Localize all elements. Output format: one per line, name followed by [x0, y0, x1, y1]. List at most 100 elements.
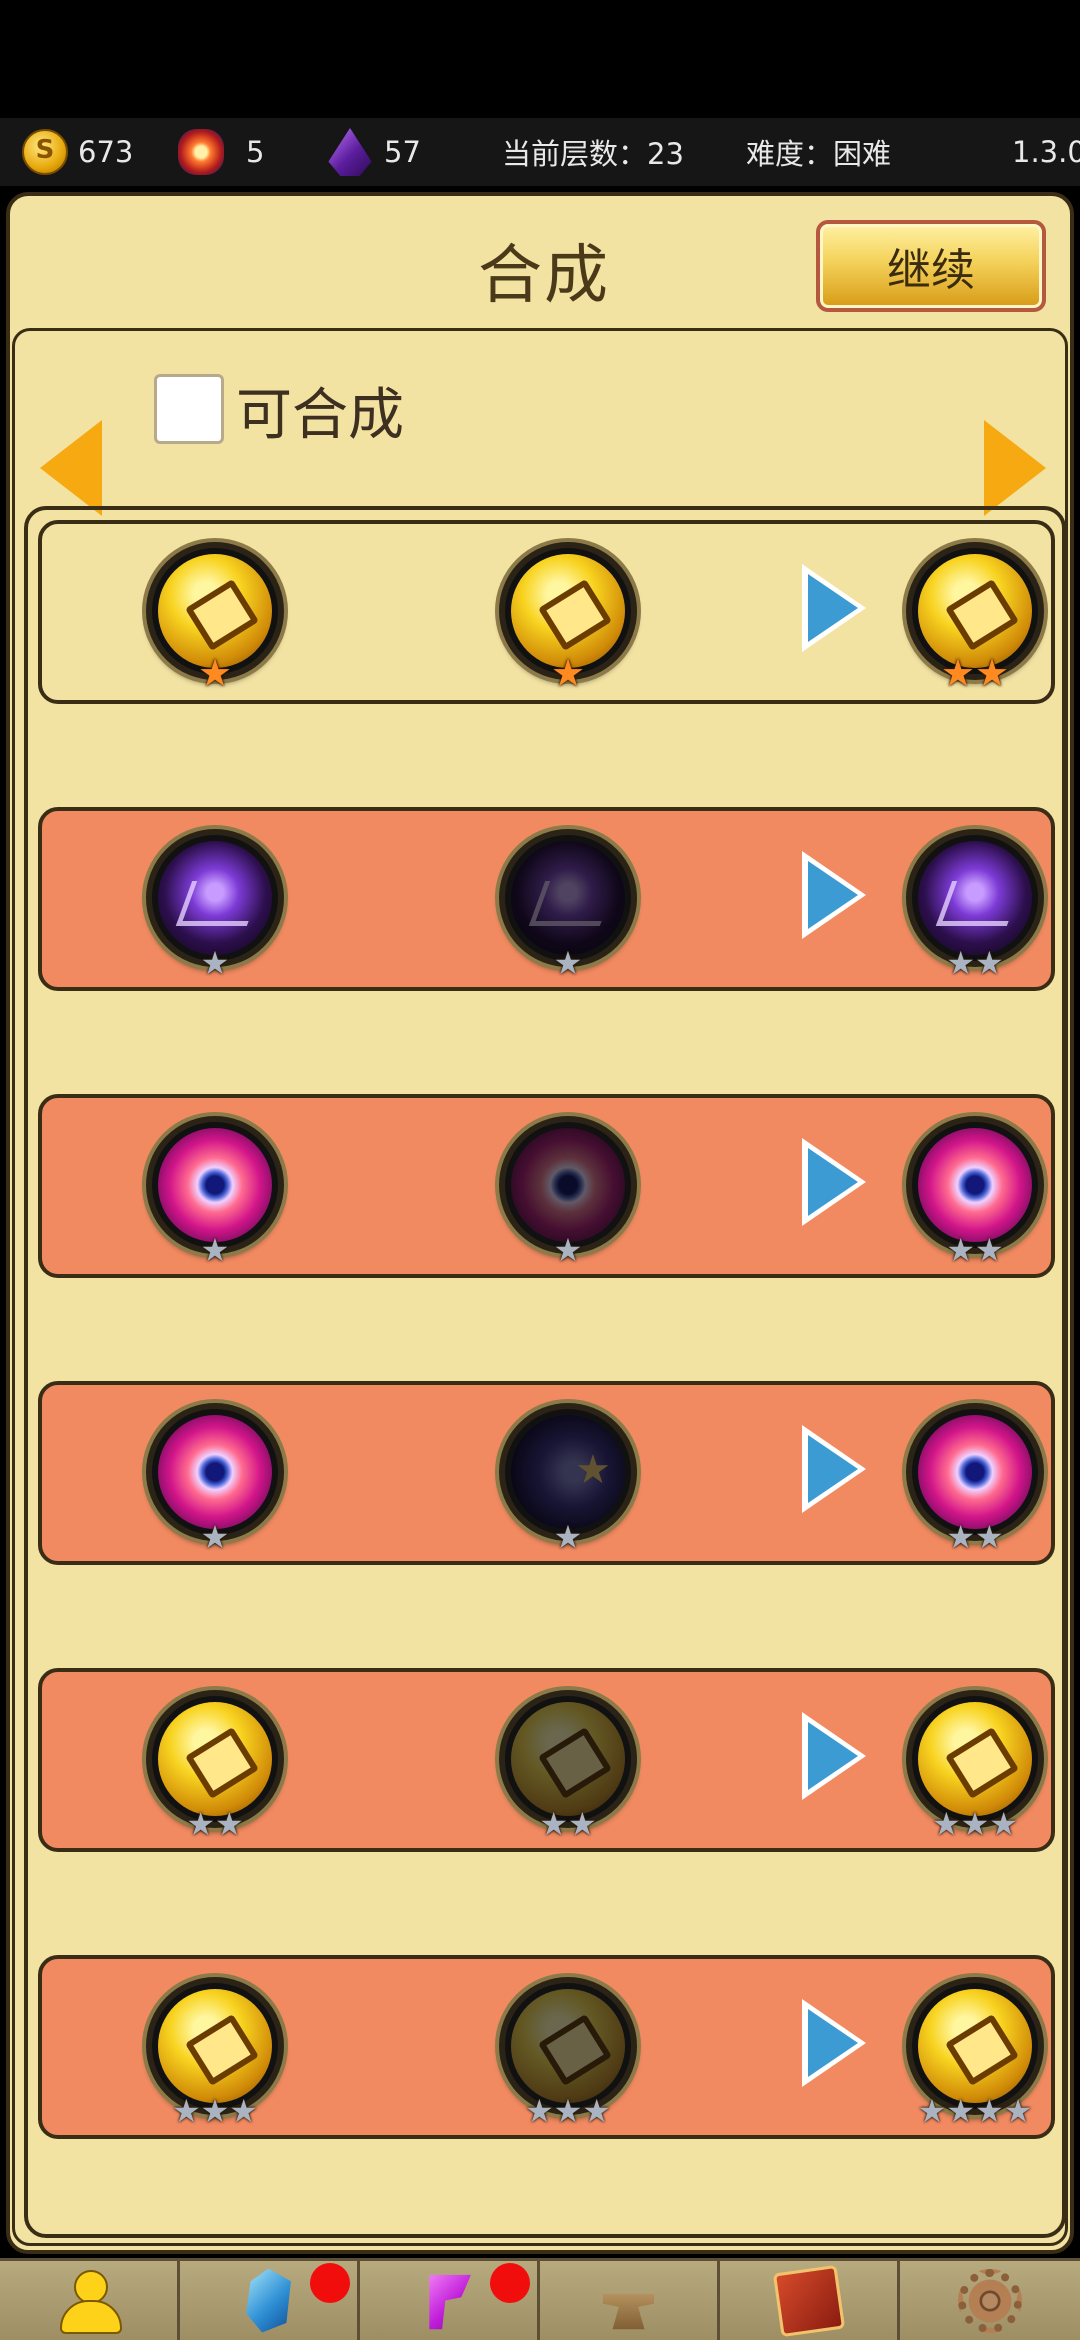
magic-eye-icon — [511, 1128, 625, 1242]
night-star-icon — [511, 1415, 625, 1529]
continue-button[interactable]: 继续 — [816, 220, 1046, 312]
recipe-row[interactable]: ★ ★ ★ ★ ★ ★ ★ — [38, 1668, 1055, 1852]
nav-tab-character[interactable] — [0, 2258, 180, 2340]
star-icon: ★ — [975, 651, 1010, 695]
ingredient-slot-1[interactable]: ★ — [146, 1116, 284, 1266]
ingredient-slot-1[interactable]: ★ — [146, 542, 284, 692]
magic-eye-icon — [918, 1415, 1032, 1529]
shadow-rune-icon — [158, 841, 272, 955]
ingredient-slot-2[interactable]: ★ — [499, 542, 637, 692]
result-slot[interactable]: ★ ★ — [906, 1116, 1044, 1266]
book-icon — [772, 2264, 845, 2337]
synthesize-arrow-icon[interactable] — [802, 1425, 866, 1513]
star-icon: ★ — [917, 2092, 947, 2130]
star-rating: ★ ★ ★ — [912, 1808, 1038, 1840]
gold-coin-icon — [511, 1702, 625, 1816]
synthesize-arrow-icon[interactable] — [802, 851, 866, 939]
star-rating: ★ — [505, 1234, 631, 1266]
star-rating: ★ ★ — [912, 1234, 1038, 1266]
magic-eye-icon — [158, 1128, 272, 1242]
gold-coin-icon — [158, 1702, 272, 1816]
gold-coin-icon — [158, 1989, 272, 2103]
ingredient-slot-2[interactable]: ★ ★ — [499, 1690, 637, 1840]
shadow-rune-icon — [511, 841, 625, 955]
star-icon: ★ — [975, 944, 1004, 982]
star-icon: ★ — [946, 1231, 975, 1269]
crystal-icon — [328, 128, 372, 176]
star-rating: ★ ★ — [152, 1808, 278, 1840]
star-icon: ★ — [200, 944, 230, 982]
ingredient-slot-2[interactable]: ★ — [499, 1116, 637, 1266]
bomb-counter: 5 — [178, 118, 264, 186]
version-label: 1.3.0 — [1012, 135, 1080, 169]
nav-tab-gems[interactable] — [180, 2258, 360, 2340]
coin-counter: 673 — [22, 118, 133, 186]
craftable-filter-checkbox[interactable] — [154, 374, 224, 444]
ingredient-slot-2[interactable]: ★ — [499, 829, 637, 979]
recipe-row[interactable]: ★ ★ ★ ★ — [38, 807, 1055, 991]
star-rating: ★ ★ ★ — [505, 2095, 631, 2127]
star-icon: ★ — [931, 1805, 961, 1843]
star-rating: ★ — [152, 1521, 278, 1553]
star-icon: ★ — [550, 651, 586, 695]
star-rating: ★ ★ ★ — [152, 2095, 278, 2127]
star-icon: ★ — [553, 1231, 583, 1269]
star-rating: ★ — [505, 654, 631, 692]
next-page-arrow-icon[interactable] — [984, 420, 1046, 516]
result-slot[interactable]: ★ ★ — [906, 542, 1044, 692]
star-rating: ★ — [152, 947, 278, 979]
recipe-row[interactable]: ★ ★ ★ ★ — [38, 1381, 1055, 1565]
star-icon: ★ — [946, 1518, 975, 1556]
notification-badge — [490, 2263, 530, 2303]
result-slot[interactable]: ★ ★ — [906, 829, 1044, 979]
result-slot[interactable]: ★ ★ ★ — [906, 1690, 1044, 1840]
ingredient-slot-1[interactable]: ★ ★ ★ — [146, 1977, 284, 2127]
nav-tab-settings[interactable] — [900, 2258, 1080, 2340]
ingredient-slot-1[interactable]: ★ ★ — [146, 1690, 284, 1840]
star-rating: ★ ★ — [912, 1521, 1038, 1553]
nav-tab-runes[interactable] — [360, 2258, 540, 2340]
crystal-count: 57 — [384, 135, 421, 169]
synthesize-arrow-icon[interactable] — [802, 1999, 866, 2087]
ingredient-slot-2[interactable]: ★ ★ ★ — [499, 1977, 637, 2127]
star-rating: ★ ★ — [912, 947, 1038, 979]
star-icon: ★ — [553, 1518, 583, 1556]
synthesize-arrow-icon[interactable] — [802, 1138, 866, 1226]
nav-tab-forge[interactable] — [540, 2258, 720, 2340]
ingredient-slot-2[interactable]: ★ — [499, 1403, 637, 1553]
star-icon: ★ — [200, 1518, 230, 1556]
star-icon: ★ — [229, 2092, 259, 2130]
previous-page-arrow-icon[interactable] — [40, 420, 102, 516]
anvil-icon — [602, 2294, 655, 2330]
gold-coin-icon — [511, 1989, 625, 2103]
nav-tab-codex[interactable] — [720, 2258, 900, 2340]
result-slot[interactable]: ★ ★ ★ ★ — [906, 1977, 1044, 2127]
star-icon: ★ — [975, 1231, 1004, 1269]
recipe-row[interactable]: ★ ★ ★ ★ — [38, 1094, 1055, 1278]
coin-icon — [22, 129, 68, 175]
star-rating: ★ — [505, 1521, 631, 1553]
bottom-nav — [0, 2258, 1080, 2340]
gold-coin-icon — [918, 1989, 1032, 2103]
star-rating: ★ ★ — [505, 1808, 631, 1840]
recipe-list[interactable]: ★ ★ ★ ★ ★ ★ ★ ★ ★ ★ ★ ★ ★ ★ ★ ★ ★ ★ ★ ★ ★ ★ ★ ★ ★ ★ ★ ★ ★ ★ ★ ★ ★ — [24, 506, 1066, 2238]
floor-label: 当前层数：23 — [502, 137, 684, 171]
star-rating: ★ ★ ★ ★ — [912, 2095, 1038, 2127]
gold-coin-icon — [918, 1702, 1032, 1816]
recipe-row[interactable]: ★ ★ ★ ★ ★ ★ ★ ★ ★ ★ — [38, 1955, 1055, 2139]
magic-eye-icon — [158, 1415, 272, 1529]
ingredient-slot-1[interactable]: ★ — [146, 829, 284, 979]
ingredient-slot-1[interactable]: ★ — [146, 1403, 284, 1553]
star-icon: ★ — [568, 1805, 597, 1843]
star-icon: ★ — [1003, 2092, 1033, 2130]
synthesize-arrow-icon[interactable] — [802, 564, 866, 652]
recipe-row[interactable]: ★ ★ ★ ★ — [38, 520, 1055, 704]
character-icon — [58, 2269, 122, 2334]
synthesize-arrow-icon[interactable] — [802, 1712, 866, 1800]
version-indicator: 1.3.0 — [1012, 118, 1080, 186]
star-icon: ★ — [553, 2092, 583, 2130]
star-icon: ★ — [200, 2092, 230, 2130]
result-slot[interactable]: ★ ★ — [906, 1403, 1044, 1553]
star-icon: ★ — [215, 1805, 244, 1843]
star-icon: ★ — [582, 2092, 612, 2130]
